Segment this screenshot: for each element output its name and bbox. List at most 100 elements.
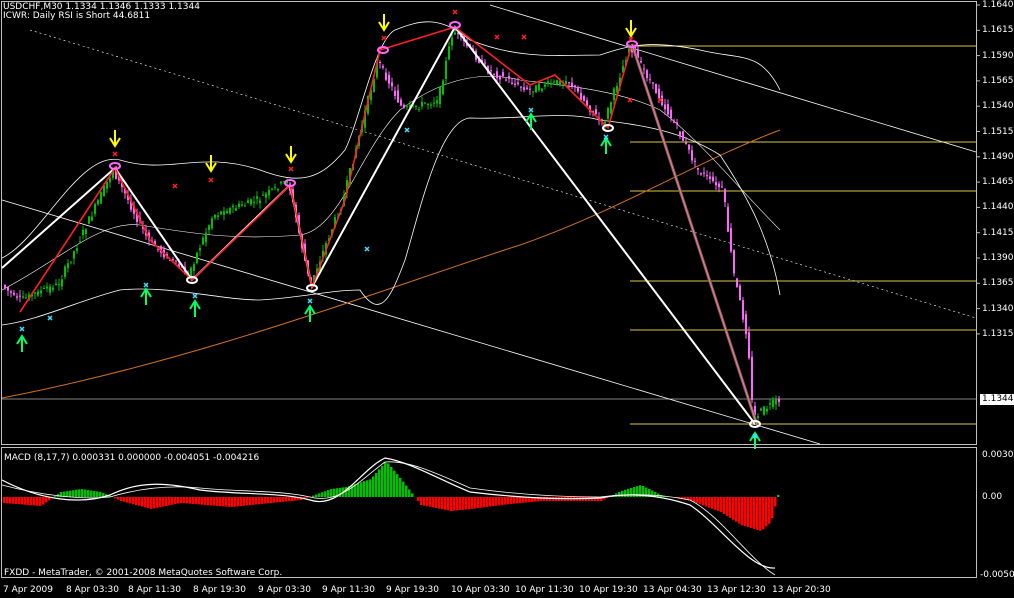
- candle-body: [586, 100, 588, 106]
- candle-body: [568, 82, 570, 84]
- candle-body: [544, 84, 546, 87]
- candle-body: [673, 120, 675, 123]
- macd-histogram-bar: [768, 497, 771, 524]
- macd-histogram-bar: [759, 497, 762, 531]
- macd-histogram-bar: [162, 497, 165, 507]
- price-tick-label: 1.1465: [982, 177, 1014, 188]
- macd-histogram-bar: [735, 497, 738, 522]
- macd-histogram-bar: [390, 467, 393, 497]
- candle-body: [646, 70, 648, 79]
- macd-tick-label: 0.00: [982, 492, 1003, 502]
- macd-histogram-bar: [474, 497, 477, 509]
- candle-body: [730, 228, 732, 252]
- macd-histogram-bar: [630, 488, 633, 497]
- candle-body: [535, 85, 537, 93]
- macd-histogram-bar: [510, 497, 513, 504]
- candle-body: [406, 106, 408, 108]
- candle-body: [4, 284, 6, 289]
- macd-histogram-bar: [339, 487, 342, 497]
- macd-histogram-bar: [519, 497, 522, 504]
- candle-body: [220, 211, 222, 215]
- indicator-header: ICWR: Daily RSI is Short 44.6811: [3, 11, 151, 21]
- candle-body: [91, 216, 93, 221]
- macd-tick-label: -0.005087: [980, 570, 1014, 580]
- macd-histogram-bar: [489, 497, 492, 507]
- macd-histogram-bar: [396, 474, 399, 497]
- candle-body: [199, 247, 201, 251]
- macd-histogram-bar: [435, 497, 438, 508]
- macd-histogram-bar: [357, 483, 360, 497]
- price-tick-label: 1.1540: [982, 101, 1014, 112]
- candle-body: [670, 109, 672, 119]
- candle-body: [58, 283, 60, 286]
- price-tick-label: 1.1415: [982, 227, 1014, 238]
- x-marker-icon: [381, 35, 387, 41]
- candle-body: [742, 300, 744, 320]
- macd-histogram-bar: [402, 481, 405, 497]
- macd-panel[interactable]: [1, 447, 977, 578]
- macd-histogram-bar: [99, 491, 102, 497]
- macd-histogram-bar: [6, 497, 9, 504]
- price-tick-label: 1.1440: [982, 202, 1014, 213]
- candle-body: [79, 241, 81, 243]
- candle-body: [379, 61, 381, 64]
- candle-body: [172, 259, 174, 261]
- macd-histogram-bar: [144, 497, 147, 508]
- sell-arrow-icon: [625, 20, 637, 38]
- macd-histogram-bar: [66, 491, 69, 497]
- candle-body: [679, 131, 681, 137]
- macd-histogram-bar: [372, 476, 375, 497]
- candle-body: [259, 200, 261, 204]
- macd-histogram-bar: [30, 497, 33, 506]
- candle-body: [106, 181, 108, 189]
- macd-histogram-bar: [222, 497, 225, 507]
- candle-body: [511, 82, 513, 84]
- x-marker-icon: [172, 183, 178, 189]
- candle-body: [418, 109, 420, 111]
- macd-histogram-bar: [204, 497, 207, 505]
- price-tick-label: 1.1590: [982, 50, 1014, 61]
- candle-body: [769, 403, 771, 405]
- macd-histogram-bar: [462, 497, 465, 510]
- macd-histogram-bar: [483, 497, 486, 508]
- macd-histogram-bar: [384, 462, 387, 497]
- candle-body: [403, 104, 405, 108]
- x-marker-icon: [19, 326, 25, 332]
- macd-histogram-bar: [270, 497, 273, 503]
- macd-histogram-bar: [459, 497, 462, 511]
- candle-body: [40, 290, 42, 294]
- chart-canvas[interactable]: [0, 0, 1014, 598]
- macd-histogram-bar: [720, 497, 723, 512]
- macd-histogram-bar: [432, 497, 435, 508]
- x-marker-icon: [47, 315, 53, 321]
- time-tick-label: 9 Apr 03:30: [258, 585, 311, 595]
- macd-histogram-bar: [42, 497, 45, 505]
- price-tick-label: 1.1340: [982, 303, 1014, 314]
- macd-histogram-bar: [378, 469, 381, 497]
- macd-histogram-bar: [219, 497, 222, 507]
- macd-histogram-bar: [177, 497, 180, 504]
- candle-body: [601, 119, 603, 121]
- time-tick-label: 9 Apr 19:30: [386, 585, 439, 595]
- macd-histogram-bar: [183, 497, 186, 504]
- macd-histogram-bar: [513, 497, 516, 504]
- macd-histogram-bar: [771, 497, 774, 519]
- candle-body: [745, 314, 747, 335]
- candle-body: [22, 296, 24, 298]
- macd-histogram-bar: [210, 497, 213, 506]
- candle-body: [655, 84, 657, 94]
- macd-histogram-bar: [258, 497, 261, 505]
- price-tick-label: 1.1490: [982, 151, 1014, 162]
- candle-body: [574, 85, 576, 87]
- candle-body: [265, 193, 267, 198]
- macd-histogram-bar: [468, 497, 471, 510]
- candle-body: [208, 225, 210, 231]
- candle-body: [547, 81, 549, 84]
- candle-body: [580, 92, 582, 100]
- price-panel[interactable]: [1, 1, 981, 450]
- candle-body: [763, 406, 765, 415]
- candle-body: [85, 229, 87, 235]
- candle-body: [400, 99, 402, 106]
- macd-histogram-bar: [216, 497, 219, 506]
- candle-body: [424, 102, 426, 104]
